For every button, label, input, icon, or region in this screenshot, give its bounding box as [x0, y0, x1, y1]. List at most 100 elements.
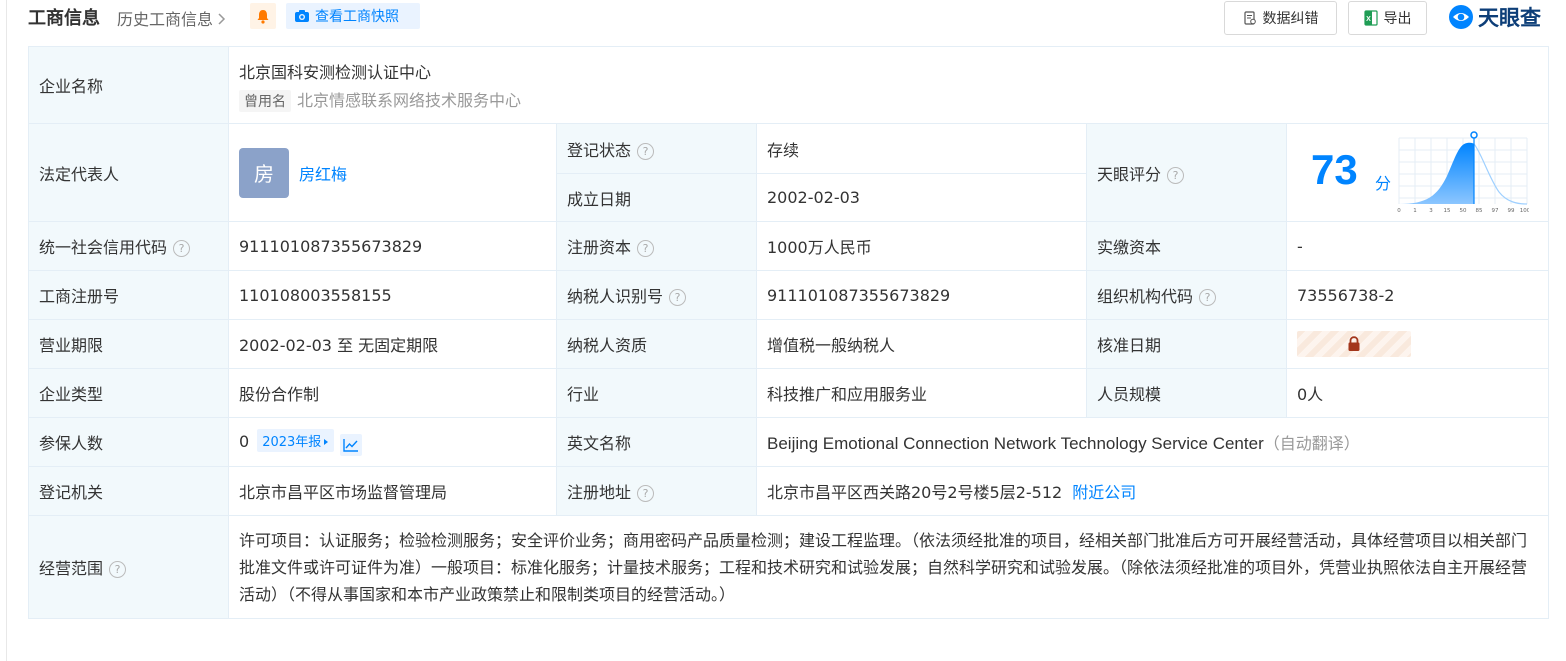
help-icon[interactable]: ? [637, 240, 655, 257]
table-row: 企业类型 股份合作制 行业 科技推广和应用服务业 人员规模 0人 [28, 368, 1550, 418]
taxpayer-quality-value: 增值税一般纳税人 [756, 319, 1087, 369]
label-tianyan-score: 天眼评分? [1086, 123, 1287, 222]
export-label: 导出 [1383, 11, 1412, 27]
insured-count-cell: 0 2023年报 [228, 417, 557, 467]
label-insured-count: 参保人数 [28, 417, 229, 467]
score-unit: 分 [1375, 174, 1392, 193]
history-link-label: 历史工商信息 [117, 10, 214, 29]
label-tianyan-score-text: 天眼评分 [1097, 164, 1162, 184]
monitor-button[interactable] [250, 3, 276, 29]
table-row: 法定代表人 房房红梅 登记状态? 存续 天眼评分? 73 分 0 1 3 15 … [28, 123, 1550, 222]
tick-label: 97 [1492, 208, 1499, 214]
label-business-scope: 经营范围? [28, 515, 229, 619]
nearby-companies-link[interactable]: 附近公司 [1072, 483, 1136, 502]
paid-capital-value: - [1285, 221, 1550, 271]
label-reg-capital: 注册资本? [556, 221, 757, 271]
help-icon[interactable]: ? [637, 142, 655, 160]
bell-icon [257, 9, 269, 24]
reg-status-value: 存续 [756, 123, 1087, 174]
score-distribution-chart: 0 1 3 15 50 85 97 99 100 [1397, 131, 1529, 214]
tick-label: 85 [1476, 208, 1483, 214]
label-reg-capital-text: 注册资本 [567, 238, 632, 257]
history-link[interactable]: 历史工商信息 [117, 6, 227, 30]
business-scope-value: 许可项目：认证服务；检验检测服务；安全评价业务；商用密码产品质量检测；建设工程监… [227, 515, 1550, 619]
label-approval-date: 核准日期 [1086, 319, 1287, 369]
label-company-name: 企业名称 [28, 46, 229, 124]
data-correction-label: 数据纠错 [1262, 11, 1319, 27]
tianyancha-logo[interactable]: 天眼查 [1448, 3, 1541, 31]
label-business-term: 营业期限 [28, 319, 229, 369]
label-taxpayer-id: 纳税人识别号? [556, 270, 757, 320]
tick-label: 0 [1397, 208, 1401, 214]
camera-icon [295, 10, 309, 22]
table-row: 企业名称 北京国科安测检测认证中心 曾用名 北京情感联系网络技术服务中心 [28, 46, 1550, 124]
table-row: 经营范围? 许可项目：认证服务；检验检测服务；安全评价业务；商用密码产品质量检测… [28, 515, 1550, 619]
help-icon[interactable]: ? [669, 289, 687, 306]
tianyan-score-cell[interactable]: 73 分 0 1 3 15 50 85 97 99 100 [1285, 123, 1550, 222]
caret-right-icon [324, 438, 329, 445]
staff-size-value: 0人 [1285, 368, 1550, 418]
industry-value: 科技推广和应用服务业 [756, 368, 1087, 418]
reg-address-cell: 北京市昌平区西关路20号2号楼5层2-512 附近公司 [755, 466, 1550, 516]
legal-rep-cell: 房房红梅 [228, 123, 557, 222]
legal-rep-link[interactable]: 房红梅 [299, 165, 347, 184]
line-chart-icon [343, 438, 359, 452]
annual-report-tag[interactable]: 2023年报 [257, 428, 335, 452]
avatar[interactable]: 房 [239, 147, 289, 198]
label-paid-capital: 实缴资本 [1086, 221, 1287, 271]
data-correction-button[interactable]: 数据纠错 [1224, 1, 1337, 35]
locked-value[interactable] [1297, 331, 1411, 357]
help-icon[interactable]: ? [109, 561, 127, 578]
left-divider [6, 0, 7, 661]
excel-icon: X [1363, 10, 1378, 26]
english-name-cell: Beijing Emotional Connection Network Tec… [755, 417, 1550, 467]
reg-address-value: 北京市昌平区西关路20号2号楼5层2-512 [767, 483, 1063, 502]
table-row: 参保人数 0 2023年报 英文名称 Beijing Emotional Conn… [28, 417, 1550, 467]
chevron-right-icon [218, 13, 226, 25]
logo-text: 天眼查 [1478, 6, 1541, 30]
business-info-table: 企业名称 北京国科安测检测认证中心 曾用名 北京情感联系网络技术服务中心 法定代表… [28, 46, 1550, 619]
tick-label: 50 [1460, 208, 1467, 214]
label-org-code-text: 组织机构代码 [1097, 287, 1194, 306]
logo-eye-icon [1449, 5, 1473, 29]
label-credit-code: 统一社会信用代码? [28, 221, 229, 271]
help-icon[interactable]: ? [173, 240, 191, 257]
company-type-value: 股份合作制 [228, 368, 557, 418]
found-date-value: 2002-02-03 [756, 173, 1087, 222]
snapshot-button[interactable]: 查看工商快照 [286, 3, 420, 29]
table-row: 登记机关 北京市昌平区市场监督管理局 注册地址? 北京市昌平区西关路20号2号楼… [28, 466, 1550, 516]
label-found-date: 成立日期 [556, 173, 757, 222]
label-reg-status: 登记状态? [556, 123, 757, 174]
label-legal-rep: 法定代表人 [28, 123, 229, 222]
section-title: 工商信息 [28, 8, 100, 29]
label-staff-size: 人员规模 [1086, 368, 1287, 418]
table-row: 统一社会信用代码? 911101087355673829 注册资本? 1000万… [28, 221, 1550, 271]
former-name-tag: 曾用名 [239, 89, 291, 112]
annual-report-label: 2023年报 [262, 434, 322, 450]
taxpayer-id-value: 911101087355673829 [756, 270, 1087, 320]
export-button[interactable]: X 导出 [1348, 1, 1427, 35]
label-taxpayer-quality: 纳税人资质 [556, 319, 757, 369]
edit-doc-icon [1243, 11, 1256, 25]
label-business-scope-text: 经营范围 [39, 559, 104, 578]
tick-label: 15 [1444, 208, 1451, 214]
label-reg-status-text: 登记状态 [567, 140, 632, 160]
english-name-value: Beijing Emotional Connection Network Tec… [767, 434, 1264, 453]
company-name: 北京国科安测检测认证中心 [239, 62, 432, 82]
approval-date-cell [1285, 319, 1550, 369]
label-reg-authority: 登记机关 [28, 466, 229, 516]
label-reg-address-text: 注册地址 [567, 483, 632, 502]
help-icon[interactable]: ? [1199, 289, 1217, 306]
label-reg-address: 注册地址? [556, 466, 757, 516]
company-name-cell: 北京国科安测检测认证中心 曾用名 北京情感联系网络技术服务中心 [227, 46, 1550, 124]
tick-label: 99 [1508, 208, 1515, 214]
tick-label: 100 [1520, 208, 1529, 214]
svg-text:X: X [1366, 16, 1371, 23]
label-taxpayer-id-text: 纳税人识别号 [567, 287, 664, 306]
section-header: 工商信息 历史工商信息 查看工商快照 数据纠错 X 导出 天眼查 [28, 0, 1548, 36]
help-icon[interactable]: ? [637, 485, 655, 502]
trend-chart-button[interactable] [340, 433, 363, 456]
label-org-code: 组织机构代码? [1086, 270, 1287, 320]
help-icon[interactable]: ? [1167, 166, 1185, 184]
insured-count-value: 0 [239, 431, 250, 451]
